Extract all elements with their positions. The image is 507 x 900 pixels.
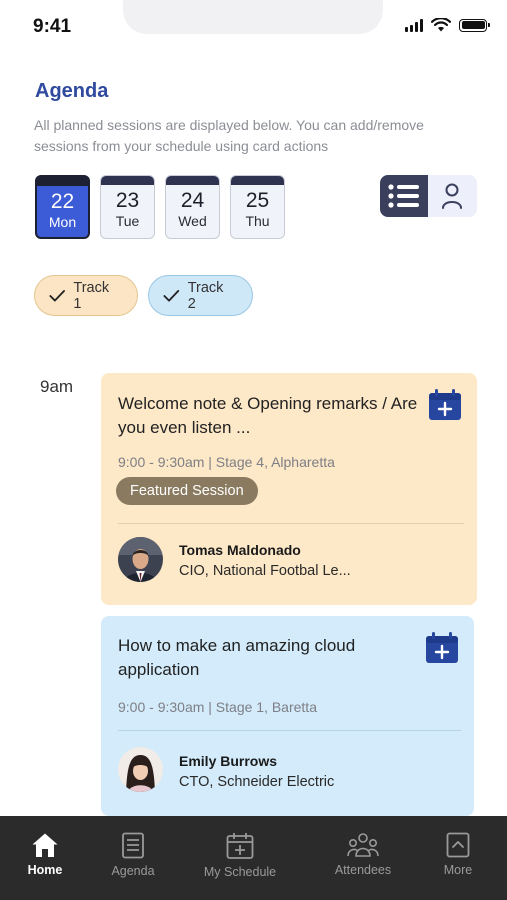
view-toggle bbox=[380, 175, 477, 217]
nav-home[interactable]: Home bbox=[24, 816, 66, 900]
home-icon bbox=[32, 833, 58, 857]
session-card[interactable]: How to make an amazing cloud application… bbox=[101, 616, 474, 816]
page-subtitle: All planned sessions are displayed below… bbox=[34, 117, 424, 154]
date-day: 23 bbox=[115, 189, 140, 212]
track-label: Track 1 bbox=[73, 279, 110, 312]
speaker-name: Emily Burrows bbox=[179, 753, 278, 769]
date-tab-24[interactable]: 24 Wed bbox=[165, 175, 220, 239]
date-weekday: Tue bbox=[115, 213, 140, 229]
speaker-role: CTO, Schneider Electric bbox=[179, 774, 335, 790]
date-weekday: Thu bbox=[245, 213, 270, 229]
nav-attendees[interactable]: Attendees bbox=[332, 816, 394, 900]
agenda-icon bbox=[122, 832, 144, 859]
nav-label: Home bbox=[27, 863, 63, 877]
session-card[interactable]: Welcome note & Opening remarks / Are you… bbox=[101, 373, 477, 605]
speaker-role: CIO, National Footbal Le... bbox=[179, 563, 351, 579]
track-2-chip[interactable]: Track 2 bbox=[148, 275, 253, 316]
session-meta: 9:00 - 9:30am | Stage 1, Baretta bbox=[118, 699, 317, 715]
date-tab-23[interactable]: 23 Tue bbox=[100, 175, 155, 239]
status-bar: 9:41 bbox=[0, 0, 507, 56]
check-icon bbox=[49, 289, 65, 301]
session-title: Welcome note & Opening remarks / Are you… bbox=[118, 394, 418, 437]
person-view-icon bbox=[442, 183, 462, 209]
date-weekday: Wed bbox=[178, 213, 207, 229]
date-picker: 22 Mon 23 Tue 24 Wed 25 Thu bbox=[35, 175, 285, 239]
track-1-chip[interactable]: Track 1 bbox=[34, 275, 138, 316]
nav-my-schedule[interactable]: My Schedule bbox=[202, 816, 278, 900]
speaker-name: Tomas Maldonado bbox=[179, 542, 301, 558]
date-day: 22 bbox=[50, 190, 75, 213]
date-tab-22[interactable]: 22 Mon bbox=[35, 175, 90, 239]
date-day: 25 bbox=[245, 189, 270, 212]
add-to-calendar-icon[interactable] bbox=[425, 631, 459, 665]
date-tab-25[interactable]: 25 Thu bbox=[230, 175, 285, 239]
nav-label: My Schedule bbox=[203, 865, 277, 879]
status-time: 9:41 bbox=[33, 16, 72, 37]
nav-label: More bbox=[443, 863, 473, 877]
featured-badge: Featured Session bbox=[116, 477, 258, 505]
check-icon bbox=[163, 289, 180, 302]
nav-more[interactable]: More bbox=[440, 816, 476, 900]
signal-icon bbox=[405, 18, 423, 32]
session-meta: 9:00 - 9:30am | Stage 4, Alpharetta bbox=[118, 454, 335, 470]
list-view-button[interactable] bbox=[380, 175, 428, 217]
battery-icon bbox=[459, 18, 490, 32]
bottom-nav: Home Agenda My Schedule Attendees More bbox=[0, 816, 507, 900]
card-divider bbox=[118, 730, 461, 731]
people-icon bbox=[347, 833, 379, 857]
nav-label: Agenda bbox=[111, 864, 155, 878]
person-view-button[interactable] bbox=[428, 175, 476, 217]
session-title: How to make an amazing cloud application bbox=[118, 636, 356, 679]
speaker-avatar bbox=[118, 747, 163, 792]
page-title: Agenda bbox=[35, 80, 109, 102]
wifi-icon bbox=[431, 18, 451, 32]
device-notch bbox=[123, 0, 383, 34]
nav-label: Attendees bbox=[334, 863, 392, 877]
list-view-icon bbox=[388, 184, 419, 208]
date-day: 24 bbox=[180, 189, 205, 212]
date-weekday: Mon bbox=[48, 214, 77, 230]
nav-agenda[interactable]: Agenda bbox=[108, 816, 158, 900]
track-label: Track 2 bbox=[187, 279, 224, 312]
speaker-avatar bbox=[118, 537, 163, 582]
calendar-plus-icon bbox=[226, 833, 254, 859]
status-icons bbox=[405, 18, 490, 32]
chevron-up-icon bbox=[446, 832, 470, 858]
add-to-calendar-icon[interactable] bbox=[428, 388, 462, 422]
card-divider bbox=[118, 523, 464, 524]
time-slot-label: 9am bbox=[40, 377, 74, 396]
